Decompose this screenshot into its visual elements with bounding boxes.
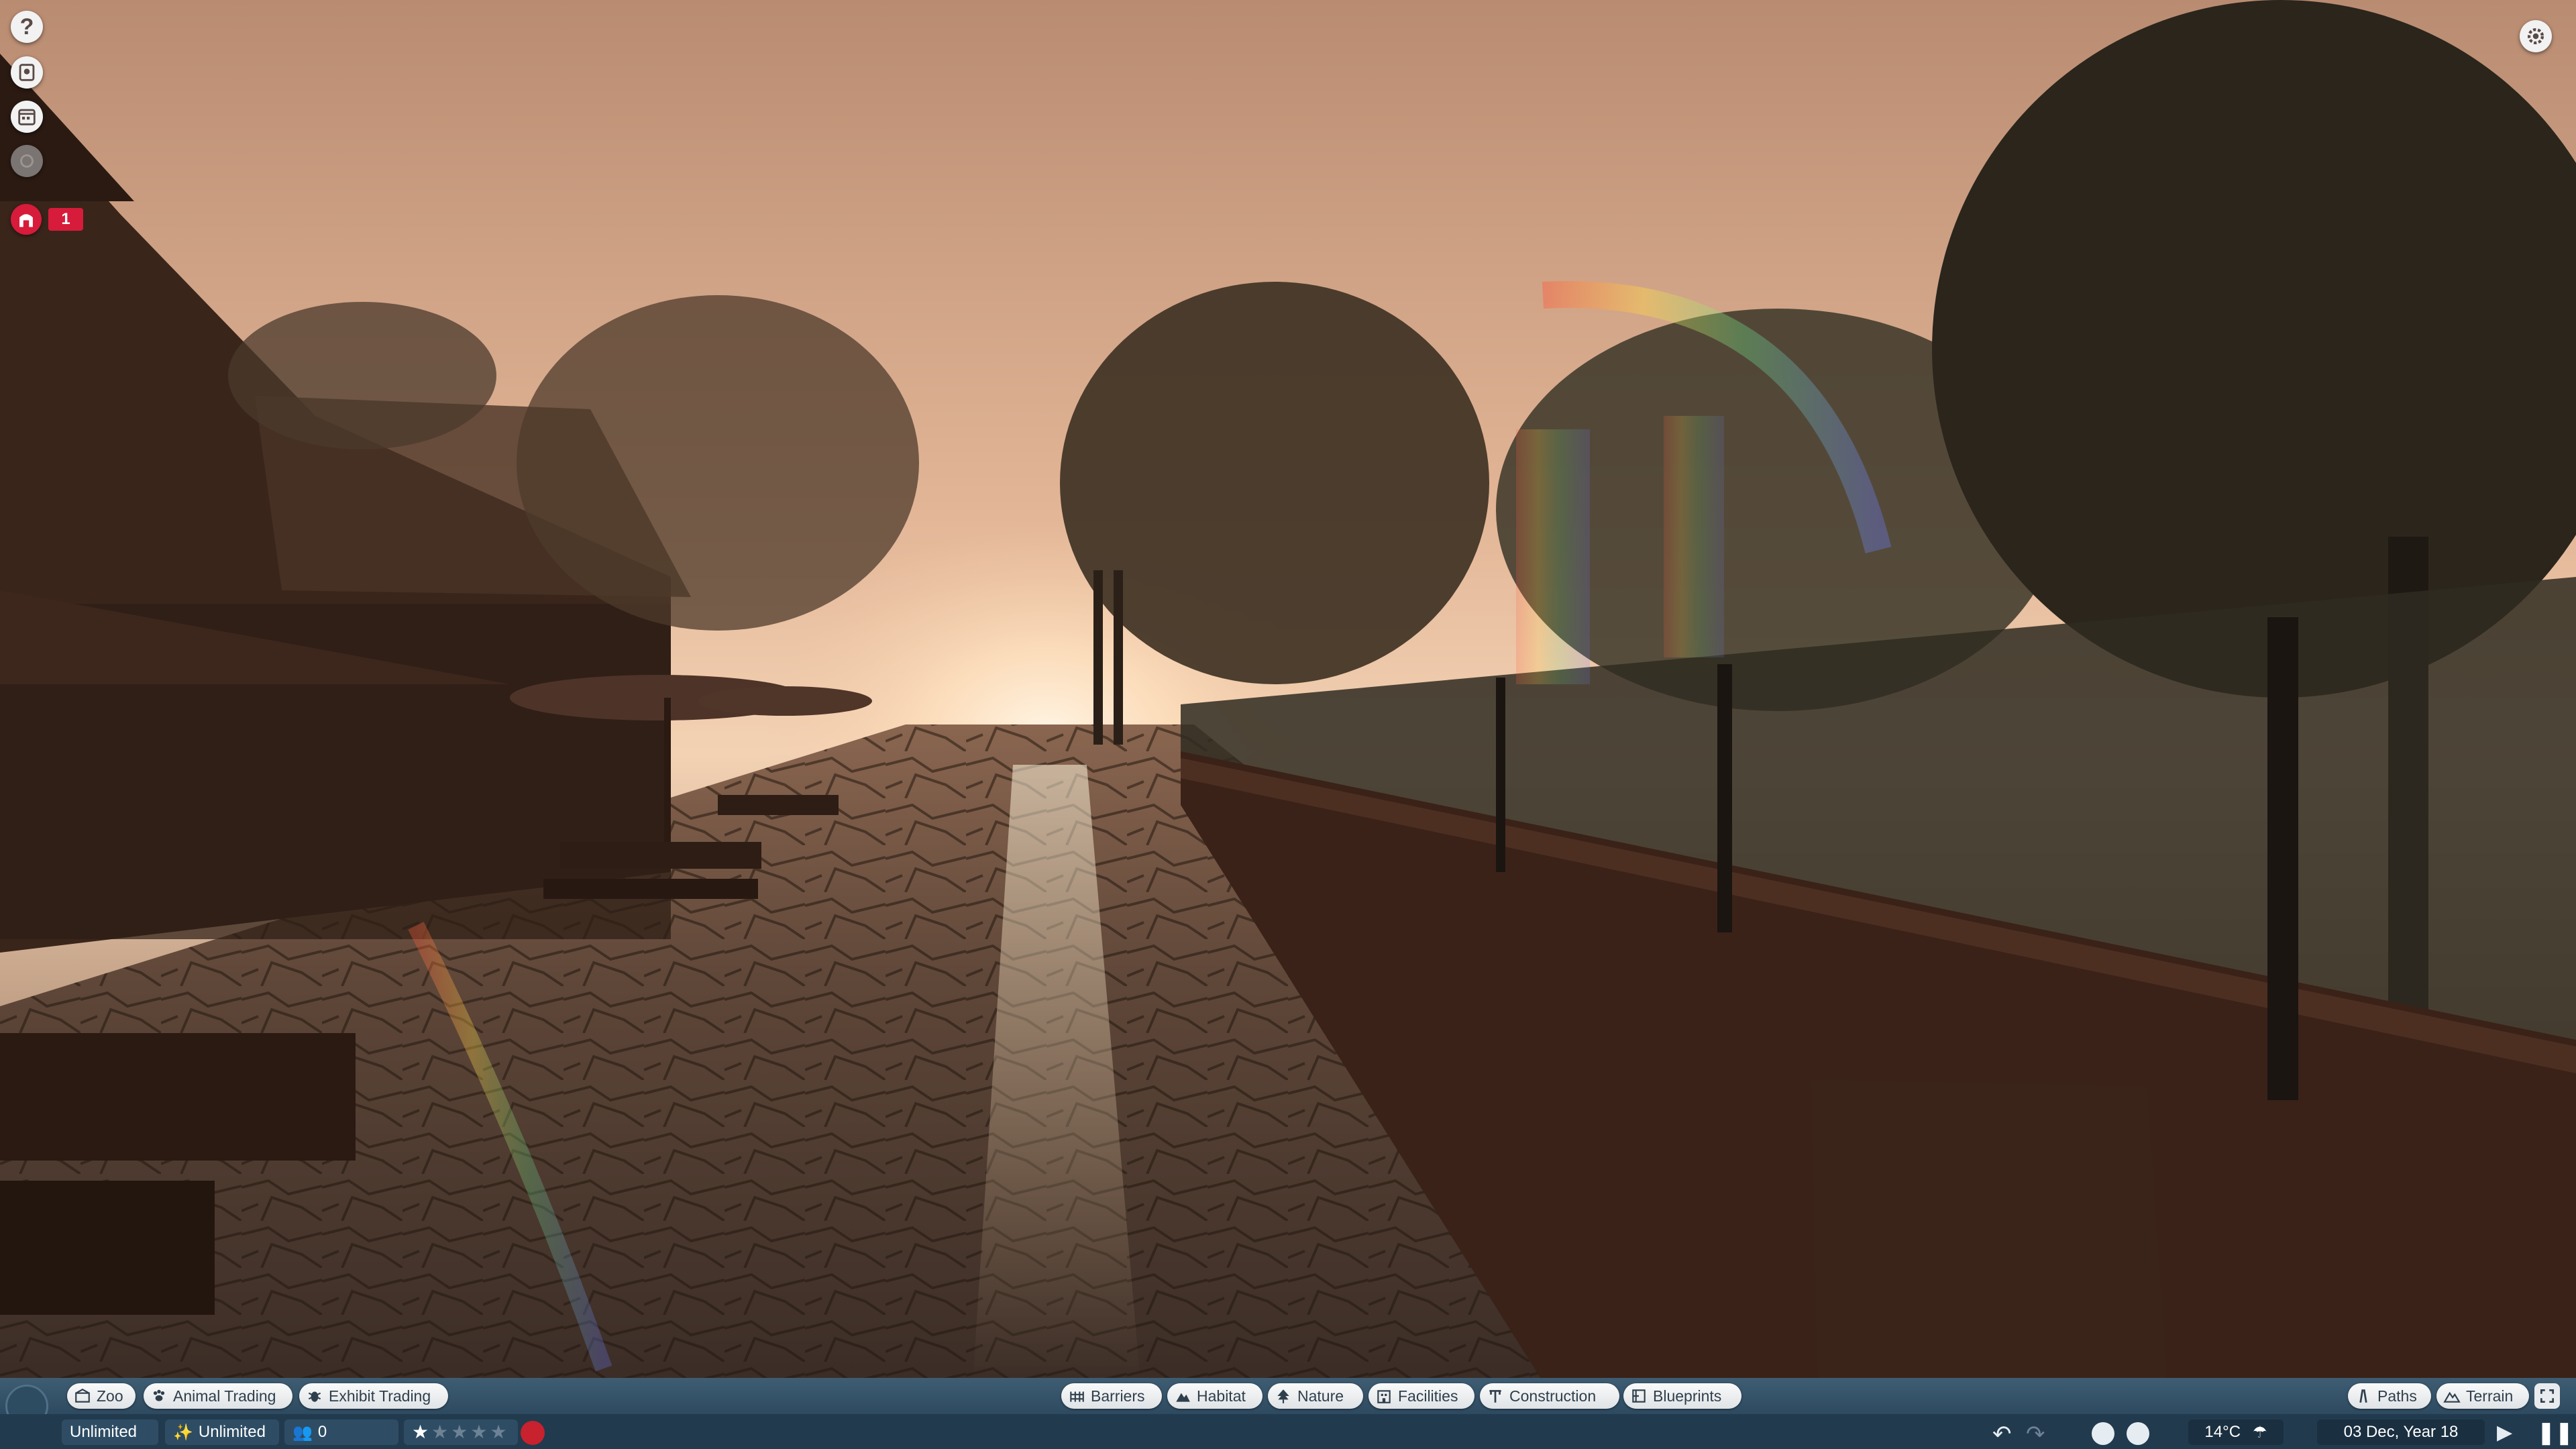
blueprints-label: Blueprints <box>1653 1387 1722 1405</box>
terrain-button[interactable]: Terrain <box>2436 1383 2529 1409</box>
zoo-icon <box>75 1389 90 1403</box>
tree-icon <box>1277 1389 1289 1403</box>
notification-badge: 1 <box>48 208 83 231</box>
paths-button[interactable]: Paths <box>2348 1383 2431 1409</box>
path-icon <box>2359 1389 2367 1403</box>
zoo-label: Zoo <box>97 1387 123 1405</box>
nature-label: Nature <box>1297 1387 1344 1405</box>
research-value: Unlimited <box>198 1423 266 1441</box>
nature-button[interactable]: Nature <box>1268 1383 1363 1409</box>
paw-icon <box>153 1389 165 1401</box>
habitat-button[interactable]: Habitat <box>1167 1383 1263 1409</box>
game-viewport[interactable] <box>0 0 2576 1449</box>
left-hud: ? 1 <box>11 11 91 239</box>
barriers-label: Barriers <box>1091 1387 1145 1405</box>
disabled-icon[interactable] <box>11 145 43 177</box>
money-value: Unlimited <box>70 1423 138 1441</box>
animal-trading-label: Animal Trading <box>173 1387 276 1405</box>
terrain-label: Terrain <box>2466 1387 2514 1405</box>
zoo-rating[interactable]: ★ ★ ★ ★ ★ <box>404 1419 518 1445</box>
undo-icon[interactable]: ↶ <box>1992 1421 2012 1448</box>
research-icon: ✨ <box>173 1423 193 1442</box>
habitat-label: Habitat <box>1197 1387 1246 1405</box>
exhibit-trading-button[interactable]: Exhibit Trading <box>299 1383 448 1409</box>
mood-face-icon[interactable] <box>521 1421 545 1445</box>
guests-display[interactable]: 👥 0 <box>284 1419 398 1445</box>
building-icon <box>1377 1390 1391 1403</box>
construction-icon <box>1489 1390 1501 1403</box>
exhibit-trading-label: Exhibit Trading <box>329 1387 431 1405</box>
mountain-icon <box>2443 1391 2461 1403</box>
expand-icon <box>2540 1389 2555 1403</box>
rain-icon: ☂ <box>2253 1423 2267 1442</box>
facilities-label: Facilities <box>1398 1387 1458 1405</box>
construction-label: Construction <box>1509 1387 1597 1405</box>
zoo-button[interactable]: Zoo <box>67 1383 136 1409</box>
paths-label: Paths <box>2377 1387 2417 1405</box>
research-display[interactable]: ✨ Unlimited <box>165 1419 279 1445</box>
blueprints-button[interactable]: Blueprints <box>1623 1383 1741 1409</box>
date-value: 03 Dec, Year 18 <box>2343 1423 2459 1441</box>
play-icon[interactable]: ▶ <box>2497 1421 2512 1444</box>
date-display: 03 Dec, Year 18 <box>2317 1419 2485 1445</box>
help-glyph: ? <box>19 13 34 40</box>
guests-icon: 👥 <box>292 1423 313 1442</box>
barriers-button[interactable]: Barriers <box>1061 1383 1162 1409</box>
rating-star: ★ <box>451 1421 468 1442</box>
toolbar: Zoo Animal Trading Exhibit Trading Barri… <box>0 1378 2576 1428</box>
redo-icon[interactable]: ↷ <box>2026 1421 2045 1448</box>
help-icon[interactable]: ? <box>11 11 43 43</box>
facilities-button[interactable]: Facilities <box>1368 1383 1474 1409</box>
zoopedia-icon[interactable] <box>11 56 43 89</box>
animal-trading-button[interactable]: Animal Trading <box>144 1383 292 1409</box>
temperature-value: 14°C <box>2204 1423 2241 1441</box>
habitat-icon <box>1176 1393 1190 1402</box>
staff-alert-icon[interactable] <box>11 204 42 235</box>
camera-icon[interactable] <box>2092 1422 2114 1445</box>
temperature-display: 14°C ☂ <box>2188 1419 2284 1445</box>
settings-gear-icon[interactable] <box>2520 20 2552 52</box>
calendar-icon[interactable] <box>11 101 43 133</box>
fullscreen-toggle[interactable] <box>2534 1383 2560 1409</box>
rating-star: ★ <box>490 1421 507 1442</box>
rating-star: ★ <box>412 1421 429 1442</box>
guests-value: 0 <box>317 1423 327 1441</box>
rating-star: ★ <box>431 1421 449 1442</box>
bug-icon <box>308 1391 321 1402</box>
construction-button[interactable]: Construction <box>1480 1383 1619 1409</box>
pause-icon[interactable]: ❚❚ <box>2537 1419 2573 1445</box>
rating-star: ★ <box>470 1421 488 1442</box>
overlay-icon[interactable] <box>2127 1422 2149 1445</box>
money-display[interactable]: Unlimited <box>62 1419 158 1445</box>
fence-icon <box>1070 1391 1084 1402</box>
status-bar: Unlimited ✨ Unlimited 👥 0 ★ ★ ★ ★ ★ ↶ ↷ … <box>0 1414 2576 1449</box>
blueprint-icon <box>1632 1389 1646 1403</box>
bottom-bar: Zoo Animal Trading Exhibit Trading Barri… <box>0 1378 2576 1449</box>
